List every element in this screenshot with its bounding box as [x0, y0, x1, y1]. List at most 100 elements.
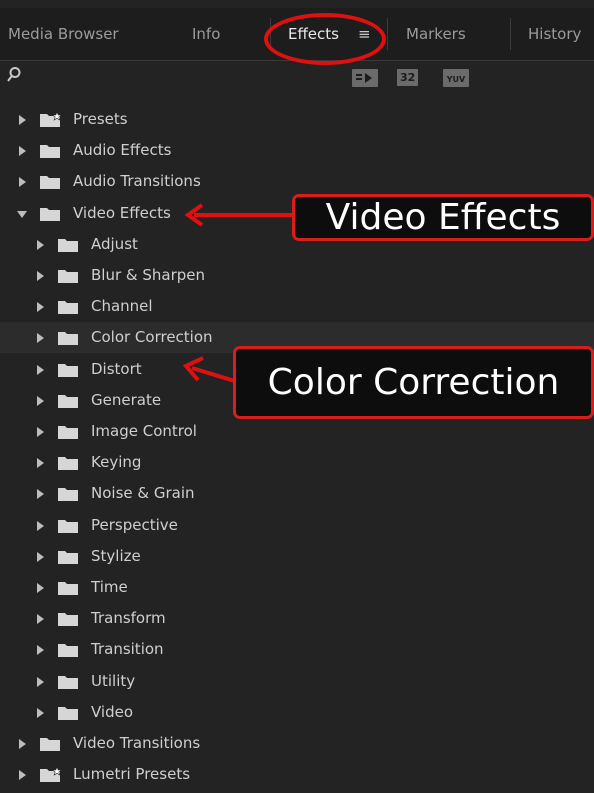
preset-folder-icon — [40, 112, 62, 127]
tree-item-label: Keying — [91, 453, 142, 471]
tree-item-channel[interactable]: Channel — [0, 291, 594, 322]
folder-icon — [58, 644, 78, 657]
color-correction-arrow — [182, 356, 238, 384]
tab-history[interactable]: History — [528, 8, 581, 60]
svg-text:YUV: YUV — [446, 75, 466, 84]
folder-icon — [40, 208, 60, 221]
folder-icon — [58, 457, 78, 470]
folder-icon — [58, 332, 78, 345]
effects-tab-highlight-circle — [264, 13, 386, 65]
tab-divider — [387, 18, 388, 50]
disclosure-collapsed-icon[interactable] — [37, 489, 44, 499]
tree-item-noise-grain[interactable]: Noise & Grain — [0, 478, 594, 509]
tree-item-presets[interactable]: Presets — [0, 104, 594, 135]
tree-item-label: Generate — [91, 391, 162, 409]
tab-info[interactable]: Info — [192, 8, 220, 60]
tree-item-audio-effects[interactable]: Audio Effects — [0, 135, 594, 166]
video-effects-arrow — [184, 203, 300, 227]
disclosure-collapsed-icon[interactable] — [37, 708, 44, 718]
tree-item-label: Distort — [91, 360, 142, 378]
search-icon[interactable] — [6, 66, 22, 84]
tab-media-browser[interactable]: Media Browser — [8, 8, 119, 60]
disclosure-collapsed-icon[interactable] — [37, 552, 44, 562]
disclosure-collapsed-icon[interactable] — [37, 333, 44, 343]
disclosure-collapsed-icon[interactable] — [37, 271, 44, 281]
folder-icon — [58, 707, 78, 720]
disclosure-collapsed-icon[interactable] — [37, 396, 44, 406]
tree-item-transition[interactable]: Transition — [0, 634, 594, 665]
disclosure-collapsed-icon[interactable] — [19, 115, 26, 125]
tree-item-keying[interactable]: Keying — [0, 447, 594, 478]
disclosure-collapsed-icon[interactable] — [37, 583, 44, 593]
tree-item-perspective[interactable]: Perspective — [0, 510, 594, 541]
disclosure-collapsed-icon[interactable] — [37, 240, 44, 250]
tree-item-label: Transform — [91, 609, 166, 627]
tree-item-label: Adjust — [91, 235, 138, 253]
folder-icon — [58, 488, 78, 501]
disclosure-collapsed-icon[interactable] — [19, 770, 26, 780]
disclosure-collapsed-icon[interactable] — [19, 739, 26, 749]
tree-item-utility[interactable]: Utility — [0, 666, 594, 697]
tree-item-label: Audio Transitions — [73, 172, 201, 190]
folder-icon — [58, 239, 78, 252]
folder-icon — [58, 301, 78, 314]
tab-markers[interactable]: Markers — [406, 8, 466, 60]
tree-item-label: Audio Effects — [73, 141, 172, 159]
tree-item-transform[interactable]: Transform — [0, 603, 594, 634]
disclosure-collapsed-icon[interactable] — [37, 427, 44, 437]
yuv-filter-icon[interactable]: YUV — [443, 69, 469, 87]
tree-item-time[interactable]: Time — [0, 572, 594, 603]
folder-icon — [58, 426, 78, 439]
video-effects-callout: Video Effects — [292, 194, 594, 241]
tree-item-label: Time — [91, 578, 128, 596]
tree-item-label: Perspective — [91, 516, 178, 534]
tree-item-blur-sharpen[interactable]: Blur & Sharpen — [0, 260, 594, 291]
effects-panel: Media Browser Info Effects ≡ Markers His… — [0, 0, 594, 793]
folder-icon — [58, 270, 78, 283]
tree-item-stylize[interactable]: Stylize — [0, 541, 594, 572]
disclosure-collapsed-icon[interactable] — [37, 521, 44, 531]
folder-icon — [58, 520, 78, 533]
preset-folder-icon — [40, 767, 62, 782]
folder-icon — [58, 364, 78, 377]
folder-icon — [40, 145, 60, 158]
tree-item-label: Blur & Sharpen — [91, 266, 206, 284]
tree-item-image-control[interactable]: Image Control — [0, 416, 594, 447]
disclosure-collapsed-icon[interactable] — [19, 146, 26, 156]
tree-item-label: Transition — [91, 640, 164, 658]
tree-item-label: Color Correction — [91, 328, 213, 346]
folder-icon — [40, 738, 60, 751]
tree-item-lumetri-presets[interactable]: Lumetri Presets — [0, 759, 594, 790]
tree-item-label: Video Transitions — [73, 734, 201, 752]
tree-item-label: Noise & Grain — [91, 484, 195, 502]
folder-icon — [58, 613, 78, 626]
disclosure-collapsed-icon[interactable] — [37, 365, 44, 375]
color-correction-callout: Color Correction — [233, 346, 594, 419]
disclosure-collapsed-icon[interactable] — [37, 677, 44, 687]
folder-icon — [58, 582, 78, 595]
tree-item-label: Channel — [91, 297, 153, 315]
tree-item-label: Lumetri Presets — [73, 765, 191, 783]
disclosure-collapsed-icon[interactable] — [37, 645, 44, 655]
32-bit-filter-icon[interactable]: 32 — [397, 69, 419, 86]
tab-divider — [510, 18, 511, 50]
tree-item-label: Image Control — [91, 422, 197, 440]
effects-toolbar: 32 YUV — [0, 61, 594, 97]
folder-icon — [58, 676, 78, 689]
disclosure-expanded-icon[interactable] — [17, 211, 27, 218]
disclosure-collapsed-icon[interactable] — [19, 177, 26, 187]
tree-item-label: Presets — [73, 110, 128, 128]
tree-item-video-transitions[interactable]: Video Transitions — [0, 728, 594, 759]
disclosure-collapsed-icon[interactable] — [37, 302, 44, 312]
tree-item-label: Utility — [91, 672, 136, 690]
tree-item-label: Stylize — [91, 547, 141, 565]
folder-icon — [58, 551, 78, 564]
folder-icon — [40, 176, 60, 189]
tree-item-audio-transitions[interactable]: Audio Transitions — [0, 166, 594, 197]
tree-item-video[interactable]: Video — [0, 697, 594, 728]
disclosure-collapsed-icon[interactable] — [37, 458, 44, 468]
folder-icon — [58, 395, 78, 408]
accelerated-effects-icon[interactable] — [352, 69, 378, 87]
tree-item-label: Video Effects — [73, 204, 171, 222]
disclosure-collapsed-icon[interactable] — [37, 614, 44, 624]
